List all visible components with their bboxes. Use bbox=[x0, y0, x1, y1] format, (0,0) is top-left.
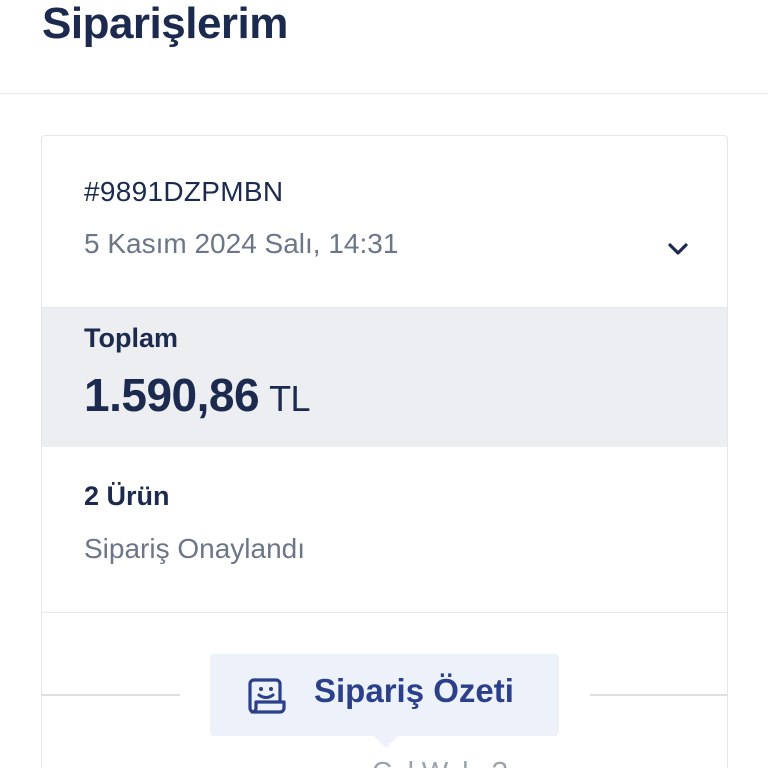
total-amount-value: 1.590,86 bbox=[84, 369, 260, 421]
orders-page: Siparişlerim #9891DZPMBN 5 Kasım 2024 Sa… bbox=[0, 0, 768, 768]
order-total-section: Toplam 1.590,86 TL bbox=[42, 308, 727, 447]
total-currency: TL bbox=[269, 378, 311, 419]
item-count: 2 Ürün bbox=[84, 481, 170, 511]
page-header: Siparişlerim bbox=[0, 0, 768, 94]
chevron-down-icon[interactable] bbox=[665, 236, 691, 262]
page-title: Siparişlerim bbox=[42, 0, 288, 48]
order-number: #9891DZPMBN bbox=[84, 176, 284, 207]
order-header-toggle[interactable]: #9891DZPMBN 5 Kasım 2024 Salı, 14:31 bbox=[42, 136, 727, 308]
total-amount: 1.590,86 TL bbox=[84, 368, 311, 422]
order-card: #9891DZPMBN 5 Kasım 2024 Salı, 14:31 Top… bbox=[41, 135, 728, 768]
order-summary-button[interactable]: Sipariş Özeti bbox=[210, 654, 559, 736]
total-label: Toplam bbox=[84, 323, 178, 353]
order-date: 5 Kasım 2024 Salı, 14:31 bbox=[84, 228, 399, 259]
below-fold-text: Ç..l W..l.. ? bbox=[372, 756, 507, 768]
receipt-smile-icon bbox=[248, 678, 286, 714]
order-summary-label: Sipariş Özeti bbox=[314, 672, 514, 709]
order-status: Sipariş Onaylandı bbox=[84, 533, 306, 564]
divider-left bbox=[42, 694, 180, 696]
order-items-section: 2 Ürün Sipariş Onaylandı bbox=[42, 447, 727, 613]
divider-right bbox=[590, 694, 727, 696]
summary-pointer bbox=[374, 736, 398, 748]
